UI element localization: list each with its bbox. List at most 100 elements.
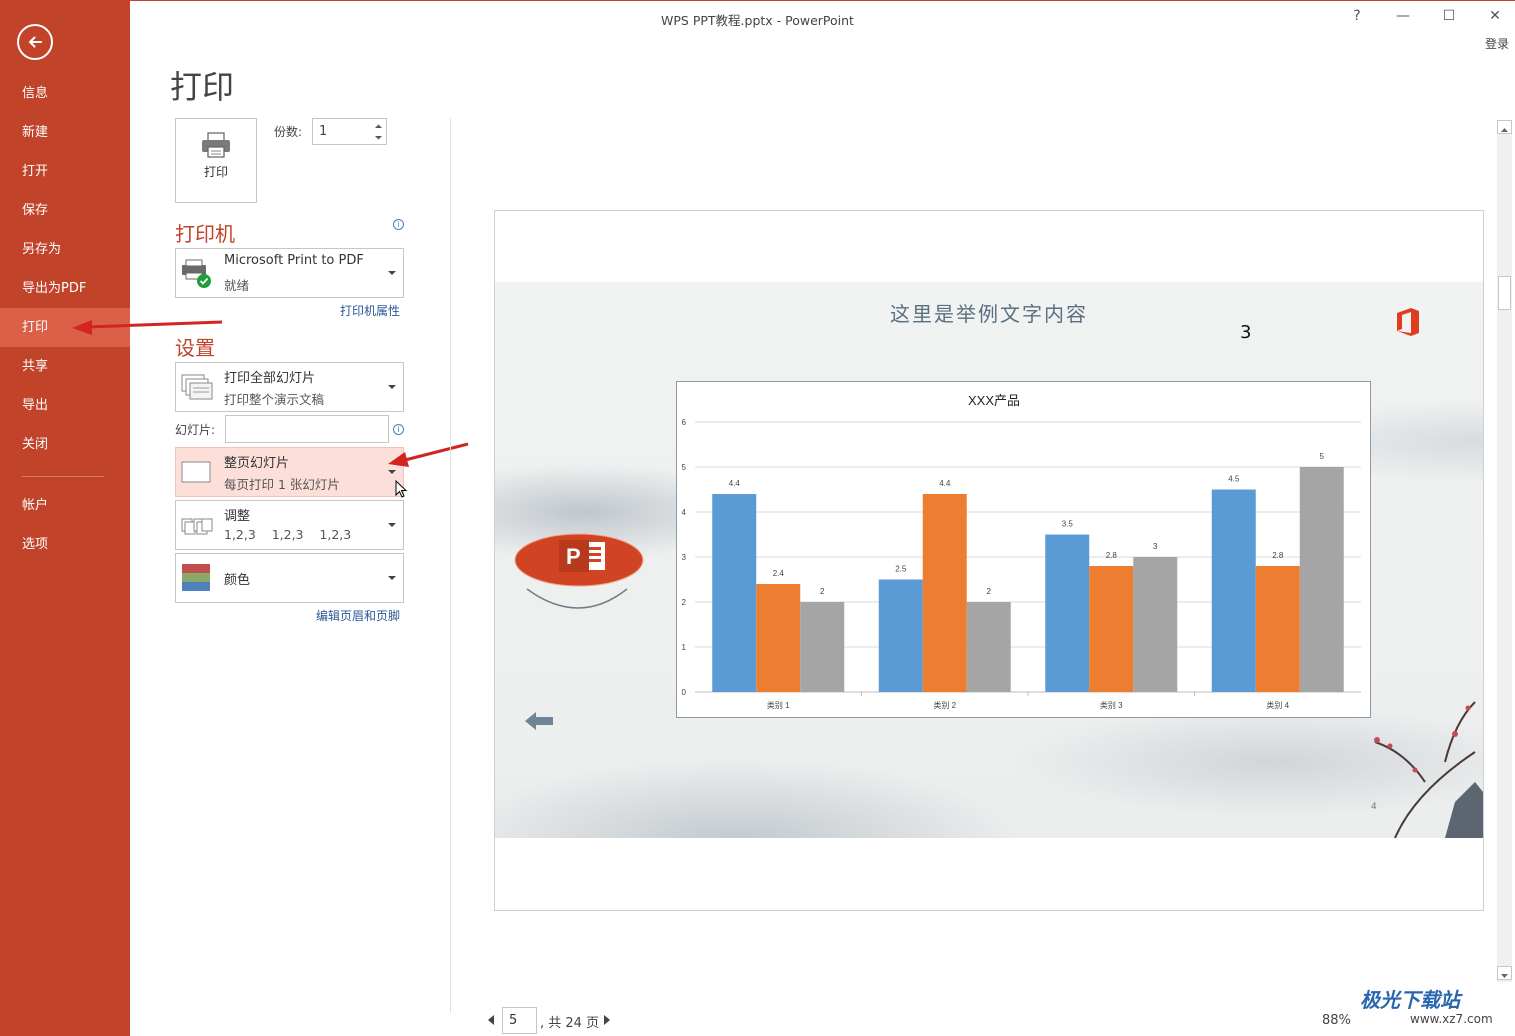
color-title: 颜色 [224, 573, 251, 588]
print-button-label: 打印 [203, 165, 228, 179]
print-range-subtitle: 打印整个演示文稿 [224, 392, 325, 407]
sidebar-item-export[interactable]: 导出 [0, 386, 130, 425]
data-label: 4.5 [1228, 475, 1240, 484]
printer-ready-icon [182, 259, 211, 288]
y-tick-label: 1 [682, 643, 687, 652]
chart-bar [1089, 566, 1134, 692]
maximize-button[interactable]: ☐ [1434, 4, 1464, 28]
collate-title: 调整 [224, 509, 251, 524]
slides-input[interactable] [225, 415, 389, 443]
collate-subtitle: 1,2,3 1,2,3 1,2,3 [224, 527, 352, 542]
svg-text:P: P [566, 544, 581, 569]
window-top-border [0, 0, 1515, 1]
page-title: 打印 [170, 68, 235, 106]
x-tick-label: 类别 3 [1100, 700, 1123, 710]
login-link[interactable]: 登录 [1485, 35, 1509, 52]
y-tick-label: 3 [682, 553, 687, 562]
sidebar-item-close[interactable]: 关闭 [0, 425, 130, 464]
stepper-down-icon[interactable] [374, 133, 383, 142]
slide-number: 3 [1240, 322, 1252, 343]
chart: XXX产品 0 1 2 3 4 5 6 4.4 2.4 2 类别 1 2.5 4.4 2 类别 2 3.5 2.8… [676, 381, 1371, 718]
x-tick-label: 类别 1 [767, 700, 790, 710]
copies-stepper[interactable]: 1 [312, 118, 387, 145]
sidebar-item-save[interactable]: 保存 [0, 191, 130, 230]
y-tick-label: 0 [682, 688, 687, 697]
data-label: 2.4 [773, 569, 785, 578]
data-label: 3.5 [1062, 520, 1074, 529]
layout-subtitle: 每页打印 1 张幻灯片 [224, 477, 340, 492]
y-tick-label: 4 [682, 508, 687, 517]
printer-info-icon[interactable]: i [393, 219, 404, 230]
vertical-scrollbar[interactable] [1497, 120, 1512, 982]
data-label: 2.5 [895, 565, 907, 574]
sidebar-item-account[interactable]: 帐户 [0, 486, 130, 525]
slide-preview: 这里是举例文字内容 3 P 4 XXX产品 0 1 2 3 4 5 6 4.4 … [495, 282, 1483, 838]
data-label: 2.8 [1272, 551, 1284, 560]
powerpoint-backstage: 信息 新建 打开 保存 另存为 导出为PDF 打印 共享 导出 关闭 帐户 选项… [0, 0, 1515, 1036]
edit-header-footer-link[interactable]: 编辑页眉和页脚 [316, 607, 400, 624]
stepper-up-icon[interactable] [374, 122, 383, 131]
back-button[interactable] [17, 24, 53, 60]
annotation-arrow [388, 442, 469, 467]
sidebar-item-new[interactable]: 新建 [0, 113, 130, 152]
chart-title: XXX产品 [968, 393, 1020, 408]
scroll-thumb[interactable] [1498, 276, 1511, 310]
previous-page-button[interactable] [488, 1015, 494, 1025]
close-button[interactable]: ✕ [1480, 4, 1510, 28]
slide-footer-number: 4 [1371, 802, 1377, 812]
chart-bar [712, 494, 757, 692]
chart-bar [1211, 489, 1256, 692]
scroll-down-button[interactable] [1497, 966, 1512, 980]
help-button[interactable]: ? [1342, 4, 1372, 28]
chart-bar [756, 584, 801, 692]
chevron-up-icon [1501, 128, 1508, 132]
minimize-button[interactable]: — [1388, 4, 1418, 28]
backstage-sidebar: 信息 新建 打开 保存 另存为 导出为PDF 打印 共享 导出 关闭 帐户 选项 [0, 0, 130, 1036]
layout-select[interactable]: 整页幻灯片 每页打印 1 张幻灯片 [175, 447, 404, 497]
chevron-down-icon [388, 470, 396, 474]
chevron-down-icon [388, 271, 396, 275]
page-number-input[interactable]: 5 [502, 1007, 537, 1034]
sidebar-item-share[interactable]: 共享 [0, 347, 130, 386]
slides-label: 幻灯片: [175, 423, 216, 437]
next-page-button[interactable] [604, 1015, 610, 1025]
chevron-down-icon [388, 576, 396, 580]
data-label: 4.4 [729, 479, 741, 488]
printer-properties-link[interactable]: 打印机属性 [340, 302, 400, 319]
data-label: 2.8 [1106, 551, 1118, 560]
data-label: 2 [987, 587, 992, 596]
color-select[interactable]: 颜色 [175, 553, 404, 603]
y-tick-label: 5 [682, 463, 687, 472]
sidebar-divider [22, 476, 104, 477]
scroll-up-button[interactable] [1497, 120, 1512, 134]
printer-heading: 打印机 [175, 222, 235, 246]
chart-bar [1255, 566, 1300, 692]
printer-select[interactable]: Microsoft Print to PDF 就绪 [175, 248, 404, 298]
slide-title: 这里是举例文字内容 [890, 302, 1088, 326]
sidebar-item-export-pdf[interactable]: 导出为PDF [0, 269, 130, 308]
chart-bar [966, 602, 1011, 692]
mouse-cursor-icon [395, 480, 408, 498]
sidebar-item-info[interactable]: 信息 [0, 74, 130, 113]
layout-title: 整页幻灯片 [224, 456, 290, 471]
panel-divider [450, 118, 451, 1013]
window-title: WPS PPT教程.pptx - PowerPoint [661, 13, 854, 28]
sidebar-item-options[interactable]: 选项 [0, 525, 130, 564]
printer-status: 就绪 [224, 278, 250, 293]
slides-info-icon[interactable]: i [393, 424, 404, 435]
sidebar-item-save-as[interactable]: 另存为 [0, 230, 130, 269]
back-arrow-icon [28, 36, 42, 48]
print-button[interactable]: 打印 [175, 118, 257, 203]
chart-bar [1045, 534, 1090, 692]
chart-bar [1133, 557, 1178, 692]
collate-icon [181, 518, 213, 535]
annotation-arrow [72, 320, 223, 335]
sidebar-item-open[interactable]: 打开 [0, 152, 130, 191]
chevron-down-icon [1501, 974, 1508, 978]
collate-select[interactable]: 调整 1,2,3 1,2,3 1,2,3 [175, 500, 404, 550]
printer-icon [202, 132, 230, 158]
zoom-level[interactable]: 88% [1322, 1013, 1351, 1028]
full-page-slide-icon [181, 461, 211, 483]
print-range-select[interactable]: 打印全部幻灯片 打印整个演示文稿 [175, 362, 404, 412]
page-total: , 共 24 页 [540, 1016, 600, 1031]
